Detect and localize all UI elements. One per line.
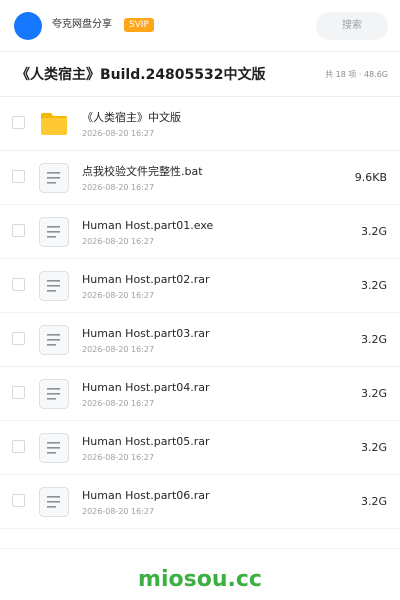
file-date: 2026-08-20 16:27 — [82, 129, 155, 138]
file-name: Human Host.part04.rar — [82, 381, 210, 394]
select-checkbox[interactable] — [12, 170, 25, 183]
watermark: miosou.cc — [138, 567, 262, 592]
file-icon — [38, 270, 70, 302]
select-checkbox[interactable] — [12, 440, 25, 453]
file-row[interactable]: 《人类宿主》中文版 2026-08-20 16:27 — [0, 97, 400, 151]
file-name: Human Host.part05.rar — [82, 435, 210, 448]
brand-name: 夸克网盘分享 — [52, 19, 112, 30]
file-name: 《人类宿主》中文版 — [82, 111, 181, 124]
file-name: Human Host.part02.rar — [82, 273, 210, 286]
file-icon — [38, 162, 70, 194]
file-icon — [38, 216, 70, 248]
file-date: 2026-08-20 16:27 — [82, 453, 155, 462]
select-checkbox[interactable] — [12, 224, 25, 237]
file-date: 2026-08-20 16:27 — [82, 345, 155, 354]
search-button[interactable]: 搜索 — [316, 12, 388, 40]
select-checkbox[interactable] — [12, 116, 25, 129]
file-size: 3.2G — [360, 225, 387, 238]
file-row[interactable]: Human Host.part03.rar 2026-08-20 16:27 3.2… — [0, 313, 400, 367]
file-row[interactable]: Human Host.part01.exe 2026-08-20 16:27 3.2… — [0, 205, 400, 259]
file-name: Human Host.part06.rar — [82, 489, 210, 502]
select-checkbox[interactable] — [12, 278, 25, 291]
folder-icon — [38, 108, 70, 140]
select-checkbox[interactable] — [12, 386, 25, 399]
share-header: 夸克网盘分享 SVIP 搜索 — [0, 0, 400, 52]
file-icon — [38, 324, 70, 356]
file-size: 3.2G — [360, 387, 387, 400]
avatar[interactable] — [14, 12, 42, 40]
file-size: 9.6KB — [354, 171, 387, 184]
page-title: 《人类宿主》Build.24805532中文版 — [16, 67, 266, 83]
file-name: 点我校验文件完整性.bat — [82, 165, 203, 178]
page-footer: miosou.cc — [0, 548, 400, 600]
file-icon — [38, 378, 70, 410]
file-size: 3.2G — [360, 495, 387, 508]
share-titlebar: 《人类宿主》Build.24805532中文版 共 18 项 · 48.6G — [0, 52, 400, 97]
file-date: 2026-08-20 16:27 — [82, 507, 155, 516]
file-size: 3.2G — [360, 279, 387, 292]
file-row[interactable]: Human Host.part05.rar 2026-08-20 16:27 3.2… — [0, 421, 400, 475]
file-date: 2026-08-20 16:27 — [82, 237, 155, 246]
file-date: 2026-08-20 16:27 — [82, 399, 155, 408]
file-date: 2026-08-20 16:27 — [82, 183, 155, 192]
file-row[interactable]: Human Host.part02.rar 2026-08-20 16:27 3.2… — [0, 259, 400, 313]
file-name: Human Host.part03.rar — [82, 327, 210, 340]
file-icon — [38, 432, 70, 464]
file-size: 3.2G — [360, 333, 387, 346]
select-checkbox[interactable] — [12, 332, 25, 345]
file-row[interactable]: 点我校验文件完整性.bat 2026-08-20 16:27 9.6KB — [0, 151, 400, 205]
file-name: Human Host.part01.exe — [82, 219, 214, 232]
svip-badge: SVIP — [124, 18, 154, 32]
file-size: 3.2G — [360, 441, 387, 454]
file-row[interactable]: Human Host.part06.rar 2026-08-20 16:27 3.2… — [0, 475, 400, 529]
select-checkbox[interactable] — [12, 494, 25, 507]
share-summary: 共 18 项 · 48.6G — [325, 70, 388, 79]
file-icon — [38, 486, 70, 518]
file-date: 2026-08-20 16:27 — [82, 291, 155, 300]
file-row[interactable]: Human Host.part04.rar 2026-08-20 16:27 3.2… — [0, 367, 400, 421]
file-list: 《人类宿主》中文版 2026-08-20 16:27 点我校验文件完整性.bat 20… — [0, 97, 400, 529]
